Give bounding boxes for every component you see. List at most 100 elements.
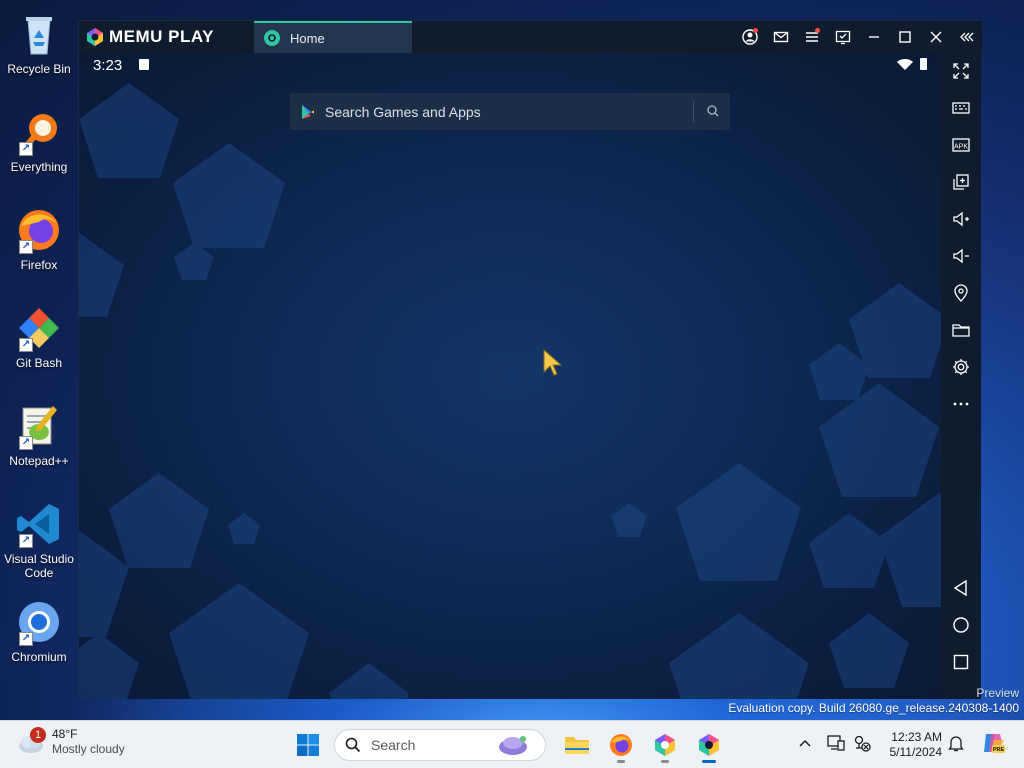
taskbar-memu-multi[interactable] — [649, 729, 681, 763]
shortcut-arrow-icon: ↗ — [19, 142, 33, 156]
mail-button[interactable] — [765, 21, 796, 53]
watermark-line2: Evaluation copy. Build 26080.ge_release.… — [728, 701, 1019, 715]
svg-text:APK: APK — [954, 144, 968, 151]
emulator-sidebar: APK — [941, 53, 981, 699]
taskbar-file-explorer[interactable] — [561, 729, 593, 761]
status-time: 3:23 — [93, 57, 123, 74]
location-icon — [954, 284, 968, 302]
file-explorer-icon — [565, 737, 589, 754]
weather-condition: Mostly cloudy — [52, 742, 125, 756]
apk-install-button[interactable]: APK — [941, 129, 981, 161]
device-tray-button[interactable] — [826, 733, 846, 753]
memu-multi-icon — [655, 734, 675, 756]
desktop-icon-label: Chromium — [11, 650, 67, 664]
maximize-icon — [898, 31, 911, 43]
keyboard-mapping-button[interactable] — [941, 92, 981, 124]
taskbar-firefox[interactable] — [605, 729, 637, 763]
chromium-icon: ↗ — [15, 598, 63, 646]
volume-down-icon — [953, 248, 969, 264]
volume-up-icon — [953, 211, 969, 227]
folder-button[interactable] — [941, 314, 981, 346]
wifi-icon — [897, 59, 913, 70]
shortcut-arrow-icon: ↗ — [19, 240, 33, 254]
copilot-icon: PRE — [984, 734, 1005, 753]
game-search-bar[interactable]: Search Games and Apps — [290, 93, 730, 130]
notification-icon — [139, 59, 149, 70]
cloud-icon: 1 — [16, 727, 46, 755]
screen-share-icon — [835, 30, 850, 45]
brand-name: MEMU PLAY — [109, 27, 214, 46]
settings-button[interactable] — [941, 351, 981, 383]
location-button[interactable] — [941, 277, 981, 309]
vscode-icon: ↗ — [15, 500, 63, 548]
mouse-cursor-icon — [543, 348, 562, 376]
search-icon[interactable] — [706, 104, 720, 118]
emulator-titlebar[interactable]: MEMU PLAY Home — [79, 21, 982, 53]
title-actions — [734, 21, 982, 53]
git-bash-icon: ↗ — [15, 304, 63, 352]
volume-up-button[interactable] — [941, 203, 981, 235]
shortcut-arrow-icon: ↗ — [19, 338, 33, 352]
home-button[interactable] — [941, 609, 981, 641]
search-placeholder: Search Games and Apps — [325, 103, 481, 120]
start-button[interactable] — [296, 733, 320, 757]
desktop-icon-firefox[interactable]: ↗ Firefox — [2, 200, 76, 290]
account-button[interactable] — [734, 21, 765, 53]
search-highlight-icon — [499, 736, 527, 755]
recycle-bin-icon — [15, 10, 63, 58]
shortcut-arrow-icon: ↗ — [19, 436, 33, 450]
copilot-button[interactable]: PRE — [980, 730, 1006, 756]
battery-icon — [920, 58, 927, 70]
back-icon — [953, 579, 967, 597]
clock-time: 12:23 AM — [891, 730, 942, 744]
bell-icon — [948, 736, 964, 752]
desktop-icon-chromium[interactable]: ↗ Chromium — [2, 592, 76, 682]
recents-icon — [953, 654, 969, 670]
desktop-icon-everything[interactable]: ↗ Everything — [2, 102, 76, 192]
evaluation-watermark: Preview Evaluation copy. Build 26080.ge_… — [728, 686, 1019, 716]
apk-install-icon: APK — [952, 138, 970, 152]
mail-icon — [773, 31, 788, 43]
taskbar-search[interactable]: Search — [334, 729, 546, 761]
multi-instance-button[interactable] — [941, 166, 981, 198]
desktop-icon-vscode[interactable]: ↗ Visual Studio Code — [2, 494, 76, 584]
recents-button[interactable] — [941, 646, 981, 678]
memu-play-icon — [699, 734, 719, 756]
notifications-button[interactable] — [946, 733, 966, 753]
memu-window: MEMU PLAY Home 3:23 Search Games and App… — [78, 20, 982, 699]
taskbar-clock[interactable]: 12:23 AM 5/11/2024 — [884, 730, 943, 760]
keyboard-mapping-icon — [952, 102, 970, 114]
play-store-icon — [302, 104, 314, 119]
more-button[interactable] — [941, 388, 981, 420]
maximize-button[interactable] — [889, 21, 920, 53]
more-icon — [953, 402, 969, 406]
chevron-up-icon — [799, 739, 811, 747]
multi-instance-icon — [953, 174, 969, 190]
tab-label: Home — [290, 30, 325, 46]
screen-share-button[interactable] — [827, 21, 858, 53]
clock-date: 5/11/2024 — [889, 745, 943, 759]
folder-icon — [952, 324, 970, 337]
shortcut-arrow-icon: ↗ — [19, 632, 33, 646]
fullscreen-button[interactable] — [941, 55, 981, 87]
desktop-icon-recycle-bin[interactable]: Recycle Bin — [2, 4, 76, 94]
desktop-icon-notepad-plus-plus[interactable]: ↗ Notepad++ — [2, 396, 76, 486]
weather-temp: 48°F — [52, 727, 78, 741]
menu-button[interactable] — [796, 21, 827, 53]
collapse-sidebar-button[interactable] — [951, 21, 982, 53]
close-button[interactable] — [920, 21, 951, 53]
taskbar-memu-play[interactable] — [693, 729, 725, 763]
fullscreen-icon — [953, 63, 969, 79]
network-tray-button[interactable] — [852, 733, 872, 753]
weather-widget[interactable]: 1 48°F Mostly cloudy — [16, 727, 125, 757]
weather-text: 48°F Mostly cloudy — [52, 727, 125, 757]
back-button[interactable] — [941, 572, 981, 604]
minimize-button[interactable] — [858, 21, 889, 53]
tab-home[interactable]: Home — [254, 21, 412, 53]
volume-down-button[interactable] — [941, 240, 981, 272]
taskbar: 1 48°F Mostly cloudy Search 12:23 AM 5/1… — [0, 720, 1024, 768]
desktop-icon-git-bash[interactable]: ↗ Git Bash — [2, 298, 76, 388]
show-hidden-icons-button[interactable] — [795, 733, 815, 753]
desktop-icon-label: Recycle Bin — [7, 62, 71, 76]
android-screen[interactable]: 3:23 Search Games and Apps — [79, 53, 941, 699]
